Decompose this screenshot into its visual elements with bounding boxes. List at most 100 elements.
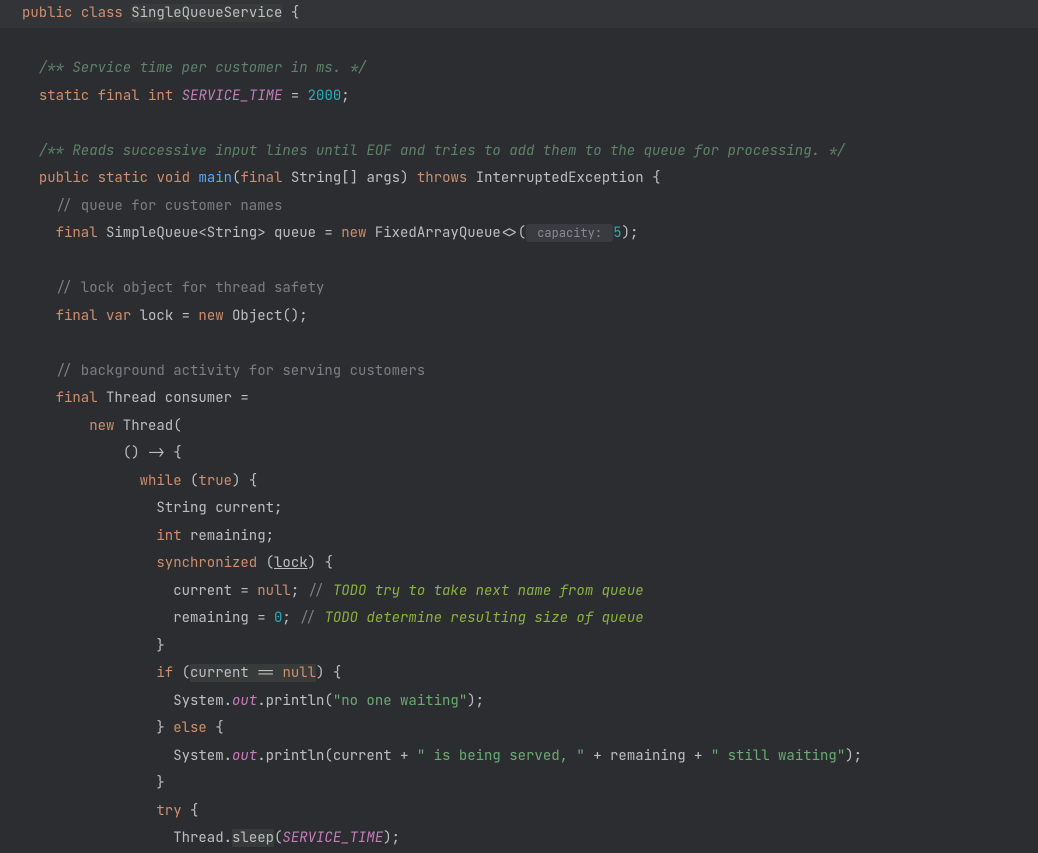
code-line[interactable]: // lock object for thread safety: [0, 275, 1038, 303]
code-line[interactable]: public class SingleQueueService {: [0, 0, 1038, 28]
string-literal: " still waiting": [711, 747, 845, 765]
string-literal: " is being served, ": [417, 747, 585, 765]
var-consumer-decl: Thread consumer =: [98, 389, 249, 407]
concat-mid: + remaining +: [585, 747, 711, 765]
var-lock-ref: lock: [274, 554, 308, 572]
keyword-throws: throws: [417, 169, 467, 187]
stmt-end: );: [383, 829, 400, 847]
code-line-blank[interactable]: [0, 330, 1038, 358]
code-line-blank[interactable]: [0, 110, 1038, 138]
code-line[interactable]: System.out.println(current + " is being …: [0, 743, 1038, 771]
semicolon: ;: [274, 499, 282, 517]
code-line[interactable]: public static void main(final String[] a…: [0, 165, 1038, 193]
keyword-int: int: [156, 527, 181, 545]
brace-close: }: [156, 637, 164, 655]
assign-current: current =: [173, 582, 257, 600]
semicolon: ;: [282, 609, 299, 627]
code-line[interactable]: final Thread consumer =: [0, 385, 1038, 413]
code-line[interactable]: }: [0, 633, 1038, 661]
stmt-end: );: [845, 747, 862, 765]
brace-close: }: [156, 719, 173, 737]
println-call: .println(current +: [257, 747, 417, 765]
code-line[interactable]: /** Service time per customer in ms. */: [0, 55, 1038, 83]
type-queue: SimpleQueue<String>: [98, 224, 274, 242]
code-line-blank[interactable]: [0, 248, 1038, 276]
keyword-synchronized: synchronized: [156, 554, 257, 572]
code-line[interactable]: static final int SERVICE_TIME = 2000;: [0, 83, 1038, 111]
comment-slash: //: [308, 582, 333, 600]
paren-close-brace: ) {: [308, 554, 333, 572]
param-hint: capacity:: [526, 224, 613, 242]
op-eq: =: [316, 224, 341, 242]
code-line[interactable]: () -> {: [0, 440, 1038, 468]
code-line[interactable]: int remaining;: [0, 523, 1038, 551]
keyword-new: new: [341, 224, 366, 242]
semicolon: ;: [299, 307, 307, 325]
keyword-true: true: [198, 472, 232, 490]
lambda: () -> {: [123, 444, 182, 462]
keyword-var: var: [106, 307, 131, 325]
paren-open: (: [182, 472, 199, 490]
code-line[interactable]: // queue for customer names: [0, 193, 1038, 221]
code-line[interactable]: remaining = 0; // TODO determine resulti…: [0, 605, 1038, 633]
number-literal: 2000: [308, 87, 342, 105]
code-line[interactable]: final var lock = new Object();: [0, 303, 1038, 331]
stmt-end: );: [467, 692, 484, 710]
method-name: main: [198, 169, 232, 187]
code-line[interactable]: try {: [0, 798, 1038, 826]
code-line[interactable]: } else {: [0, 715, 1038, 743]
code-editor[interactable]: public class SingleQueueService { /** Se…: [0, 0, 1038, 853]
code-line[interactable]: new Thread(: [0, 413, 1038, 441]
out-field: out: [232, 692, 257, 710]
code-line[interactable]: }: [0, 770, 1038, 798]
var-current: current: [215, 499, 274, 517]
code-line-blank[interactable]: [0, 28, 1038, 56]
line-comment: // lock object for thread safety: [56, 279, 325, 297]
static-field-ref: SERVICE_TIME: [282, 829, 383, 847]
comment-slash: //: [299, 609, 324, 627]
semicolon: ;: [291, 582, 308, 600]
code-line[interactable]: final SimpleQueue<String> queue = new Fi…: [0, 220, 1038, 248]
code-line[interactable]: while (true) {: [0, 468, 1038, 496]
paren-open: (: [173, 664, 190, 682]
var-remaining: remaining: [182, 527, 266, 545]
expr-lhs: current ==: [190, 664, 282, 682]
doc-comment: /** Service time per customer in ms. */: [39, 59, 367, 77]
code-line[interactable]: System.out.println("no one waiting");: [0, 688, 1038, 716]
number-literal: 5: [613, 224, 621, 242]
system-ref: System.: [173, 692, 232, 710]
code-line[interactable]: String current;: [0, 495, 1038, 523]
keyword-while: while: [140, 472, 182, 490]
assign-remaining: remaining =: [173, 609, 274, 627]
keyword-new: new: [89, 417, 114, 435]
keyword-void: void: [156, 169, 190, 187]
semicolon: ;: [341, 87, 349, 105]
brace-close: }: [156, 774, 164, 792]
paren-open: (: [257, 554, 274, 572]
code-line[interactable]: if (current == null) {: [0, 660, 1038, 688]
brace-open: {: [182, 802, 199, 820]
code-line[interactable]: synchronized (lock) {: [0, 550, 1038, 578]
keyword-null: null: [282, 664, 316, 682]
keyword-else: else: [173, 719, 207, 737]
class-name: SingleQueueService: [131, 4, 282, 22]
type-string: String: [156, 499, 215, 517]
brace: {: [652, 169, 660, 187]
paren-close-brace: ) {: [232, 472, 257, 490]
code-line[interactable]: /** Reads successive input lines until E…: [0, 138, 1038, 166]
op-eq: =: [282, 87, 307, 105]
code-line[interactable]: Thread.sleep(SERVICE_TIME);: [0, 825, 1038, 853]
keyword-static: static: [98, 169, 148, 187]
keyword-try: try: [156, 802, 181, 820]
ctor-object: Object(): [224, 307, 300, 325]
doc-comment: /** Reads successive input lines until E…: [39, 142, 845, 160]
keyword-if: if: [156, 664, 173, 682]
code-line[interactable]: current = null; // TODO try to take next…: [0, 578, 1038, 606]
brace: {: [282, 4, 299, 22]
ctor-thread: Thread(: [114, 417, 181, 435]
keyword-class: class: [81, 4, 123, 22]
keyword-new: new: [198, 307, 223, 325]
keyword-final: final: [98, 87, 140, 105]
var-queue: queue: [274, 224, 316, 242]
code-line[interactable]: // background activity for serving custo…: [0, 358, 1038, 386]
